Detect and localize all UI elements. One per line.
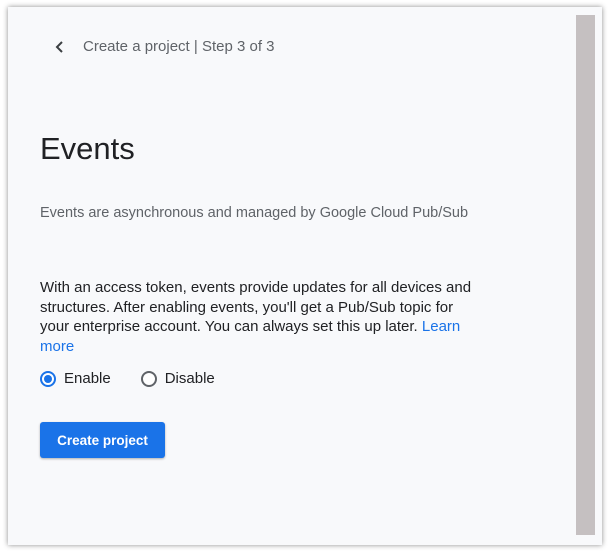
events-description: With an access token, events provide upd… bbox=[40, 278, 485, 356]
chevron-left-icon bbox=[55, 40, 63, 53]
disable-option[interactable]: Disable bbox=[140, 370, 215, 387]
dialog-panel: Create a project | Step 3 of 3 Events Ev… bbox=[8, 7, 602, 545]
enable-radio[interactable] bbox=[40, 370, 56, 387]
enable-label: Enable bbox=[64, 370, 111, 387]
disable-radio[interactable] bbox=[140, 370, 157, 387]
scrollbar[interactable] bbox=[576, 15, 595, 535]
page-title: Events bbox=[40, 131, 135, 166]
breadcrumb: Create a project | Step 3 of 3 bbox=[83, 38, 275, 55]
back-button[interactable] bbox=[52, 39, 68, 55]
radio-dot bbox=[44, 374, 52, 383]
header: Create a project | Step 3 of 3 bbox=[52, 38, 275, 55]
enable-option[interactable]: Enable bbox=[40, 370, 111, 387]
page-subtitle: Events are asynchronous and managed by G… bbox=[40, 205, 469, 221]
description-text: With an access token, events provide upd… bbox=[40, 279, 472, 335]
disable-label: Disable bbox=[164, 370, 215, 387]
create-project-button[interactable]: Create project bbox=[40, 422, 165, 458]
events-radio-group: Enable Disable bbox=[40, 370, 215, 387]
